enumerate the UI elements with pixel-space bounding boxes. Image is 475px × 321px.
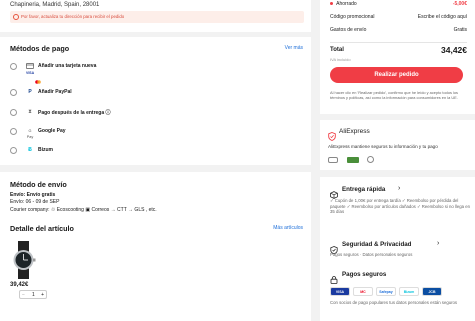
visa-logo: VISA bbox=[26, 71, 35, 75]
payment-method-label: Pago después de la entrega ⓘ bbox=[38, 110, 111, 116]
chevron-right-icon[interactable]: › bbox=[437, 240, 439, 247]
shipping-card: Método de envío Envío: Envío gratis Enví… bbox=[0, 172, 311, 321]
legal-text: Al hacer clic en 'Realizar pedido', conf… bbox=[330, 90, 459, 100]
divider bbox=[330, 42, 467, 43]
shipping-title: Método de envío bbox=[10, 180, 67, 189]
payment-method-label: Bizum bbox=[38, 147, 53, 153]
address-warning: Por favor, actualiza tu dirección para r… bbox=[10, 11, 304, 23]
savings-dot-icon bbox=[330, 2, 333, 6]
delivery-text: ✓ Cupón de 1,00€ por entrega tardía ✓ Re… bbox=[330, 198, 471, 215]
place-order-button[interactable]: Realizar pedido bbox=[330, 67, 463, 83]
delivery-title[interactable]: Entrega rápida bbox=[342, 186, 385, 193]
trust-brand: AliExpress bbox=[339, 128, 370, 135]
radio-button[interactable] bbox=[10, 147, 17, 154]
safepay-logo: Safepay bbox=[376, 287, 396, 296]
payments-title: Pagos seguros bbox=[342, 271, 387, 278]
radio-button[interactable] bbox=[10, 128, 17, 135]
radio-button[interactable] bbox=[10, 63, 17, 70]
credit-card-icon bbox=[26, 63, 34, 69]
address-text: Chapineria, Madrid, Spain, 28001 bbox=[10, 2, 100, 8]
radio-button[interactable] bbox=[10, 109, 17, 116]
payment-title: Métodos de pago bbox=[10, 44, 70, 53]
left-column: Chapineria, Madrid, Spain, 28001 Por fav… bbox=[0, 0, 311, 321]
mastercard-logo bbox=[35, 71, 41, 84]
shipping-dates: Envío: 06 - 09 de SEP bbox=[10, 199, 60, 205]
address-card: Chapineria, Madrid, Spain, 28001 Por fav… bbox=[0, 0, 311, 32]
google-pay-icon: G Pay bbox=[26, 129, 34, 139]
payment-method-label: Google Pay bbox=[38, 128, 66, 134]
radio-button[interactable] bbox=[10, 89, 17, 96]
chevron-right-icon[interactable]: › bbox=[398, 185, 400, 192]
item-more-link[interactable]: Más artículos bbox=[273, 225, 303, 231]
payment-method-label: Añadir una tarjeta nueva bbox=[38, 63, 97, 69]
trust-card: AliExpress AliExpress mantiene seguros t… bbox=[320, 120, 475, 170]
payment-method-cod[interactable]: ⧗ Pago después de la entrega ⓘ bbox=[10, 107, 210, 119]
security-text: Pagos seguros · Datos personales seguros bbox=[330, 252, 413, 257]
payment-method-card[interactable]: Añadir una tarjeta nueva VISA bbox=[10, 61, 210, 84]
visa-logo: VISA bbox=[330, 287, 350, 296]
payment-card: Métodos de pago Ver más Añadir una tarje… bbox=[0, 37, 311, 165]
shipping-cost-row: Gastos de envío Gratis bbox=[330, 27, 467, 33]
badge-icon bbox=[328, 157, 338, 163]
features-card: Entrega rápida › ✓ Cupón de 1,00€ por en… bbox=[320, 177, 475, 321]
badge-icon bbox=[367, 156, 374, 163]
qty-value[interactable]: 1 bbox=[32, 292, 35, 298]
payments-text: Con socios de pago populares tus datos p… bbox=[330, 300, 458, 305]
vat-note: IVA incluido bbox=[330, 57, 351, 62]
item-price: 39,42€ bbox=[10, 282, 29, 288]
right-column: Ahorrado -5,00€ Código promocional Escri… bbox=[320, 0, 475, 321]
badge-icon bbox=[347, 157, 359, 163]
shipping-free: Envío: Envío gratis bbox=[10, 192, 56, 198]
mastercard-logo: MC bbox=[353, 287, 373, 296]
qty-plus-button[interactable]: + bbox=[41, 292, 44, 298]
jcb-logo: JCB bbox=[422, 287, 442, 296]
promo-input[interactable]: Escribe el código aquí bbox=[418, 14, 467, 20]
clock-icon: ⧗ bbox=[28, 109, 32, 115]
item-title: Detalle del artículo bbox=[10, 224, 74, 233]
address-warning-text: Por favor, actualiza tu dirección para r… bbox=[21, 14, 125, 19]
bizum-icon: Ƀ bbox=[28, 147, 32, 153]
total-row: Total 34,42€ bbox=[330, 45, 467, 55]
total-label: Total bbox=[330, 47, 344, 53]
savings-row: Ahorrado -5,00€ bbox=[330, 1, 467, 7]
promo-row[interactable]: Código promocional Escribe el código aqu… bbox=[330, 14, 467, 20]
payment-more-link[interactable]: Ver más bbox=[285, 45, 303, 51]
paypal-icon: P bbox=[28, 89, 32, 95]
shipping-cost-label: Gastos de envío bbox=[330, 27, 367, 33]
payment-method-label: Añadir PayPal bbox=[38, 89, 72, 95]
order-summary-card: Ahorrado -5,00€ Código promocional Escri… bbox=[320, 0, 475, 114]
qty-minus-button[interactable]: − bbox=[22, 292, 25, 298]
shipping-courier: Courier company: ♲ Ecoscooting ▣ Correos… bbox=[10, 207, 157, 213]
promo-label: Código promocional bbox=[330, 14, 375, 20]
security-title[interactable]: Seguridad & Privacidad bbox=[342, 241, 411, 248]
trust-text: AliExpress mantiene seguros tu informaci… bbox=[328, 144, 438, 149]
quantity-stepper[interactable]: − 1 + bbox=[19, 290, 47, 299]
product-image[interactable] bbox=[10, 241, 37, 279]
payment-method-googlepay[interactable]: G Pay Google Pay bbox=[10, 126, 210, 139]
payment-method-bizum[interactable]: Ƀ Bizum bbox=[10, 145, 210, 157]
savings-label: Ahorrado bbox=[336, 1, 357, 7]
savings-value: -5,00€ bbox=[452, 1, 467, 7]
warning-icon bbox=[13, 14, 19, 20]
shipping-cost-value: Gratis bbox=[453, 27, 467, 33]
payment-method-paypal[interactable]: P Añadir PayPal bbox=[10, 87, 210, 99]
total-value: 34,42€ bbox=[441, 45, 467, 55]
bizum-logo: Bizum bbox=[399, 287, 419, 296]
